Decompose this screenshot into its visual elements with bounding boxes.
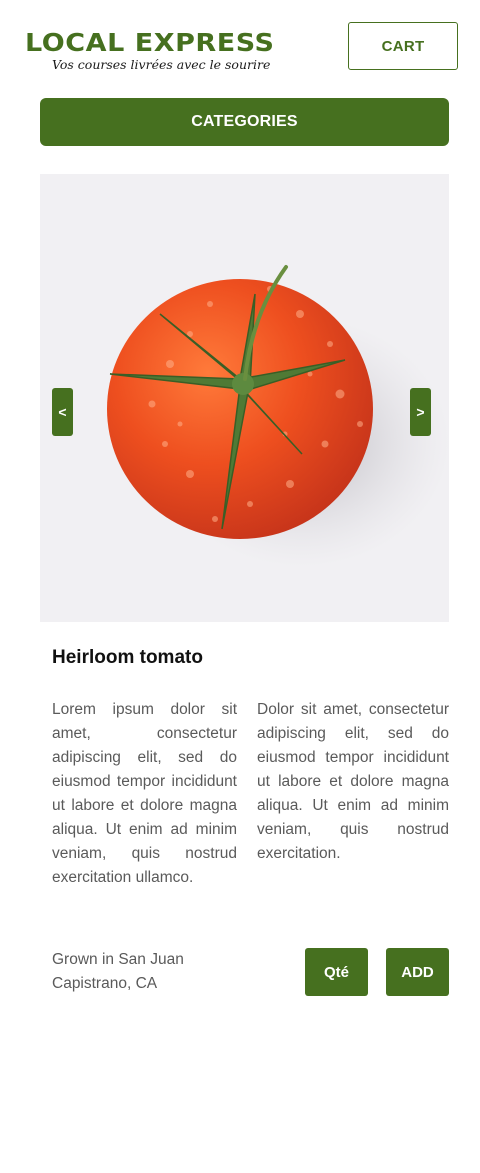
product-title: Heirloom tomato [52, 647, 203, 668]
product-origin: Grown in San Juan Capistrano, CA [52, 951, 184, 992]
carousel-next-button[interactable]: > [410, 388, 431, 436]
tomato-image [40, 174, 449, 622]
quantity-button[interactable]: Qté [305, 948, 368, 996]
carousel-prev-button[interactable]: < [52, 388, 73, 436]
cart-button[interactable]: CART [348, 22, 458, 70]
logo[interactable]: LOCAL EXPRESS Vos courses livrées avec l… [25, 30, 330, 73]
product-description-left: Lorem ipsum dolor sit amet, consectetur … [52, 701, 237, 886]
logo-title: LOCAL EXPRESS [25, 28, 275, 57]
logo-tagline: Vos courses livrées avec le sourire [52, 57, 271, 72]
add-to-cart-button[interactable]: ADD [386, 948, 449, 996]
product-image-carousel: < > [40, 174, 449, 622]
product-description-right: Dolor sit amet, consectetur adipiscing e… [257, 701, 449, 862]
categories-button[interactable]: CATEGORIES [40, 98, 449, 146]
header: LOCAL EXPRESS Vos courses livrées avec l… [0, 0, 480, 90]
